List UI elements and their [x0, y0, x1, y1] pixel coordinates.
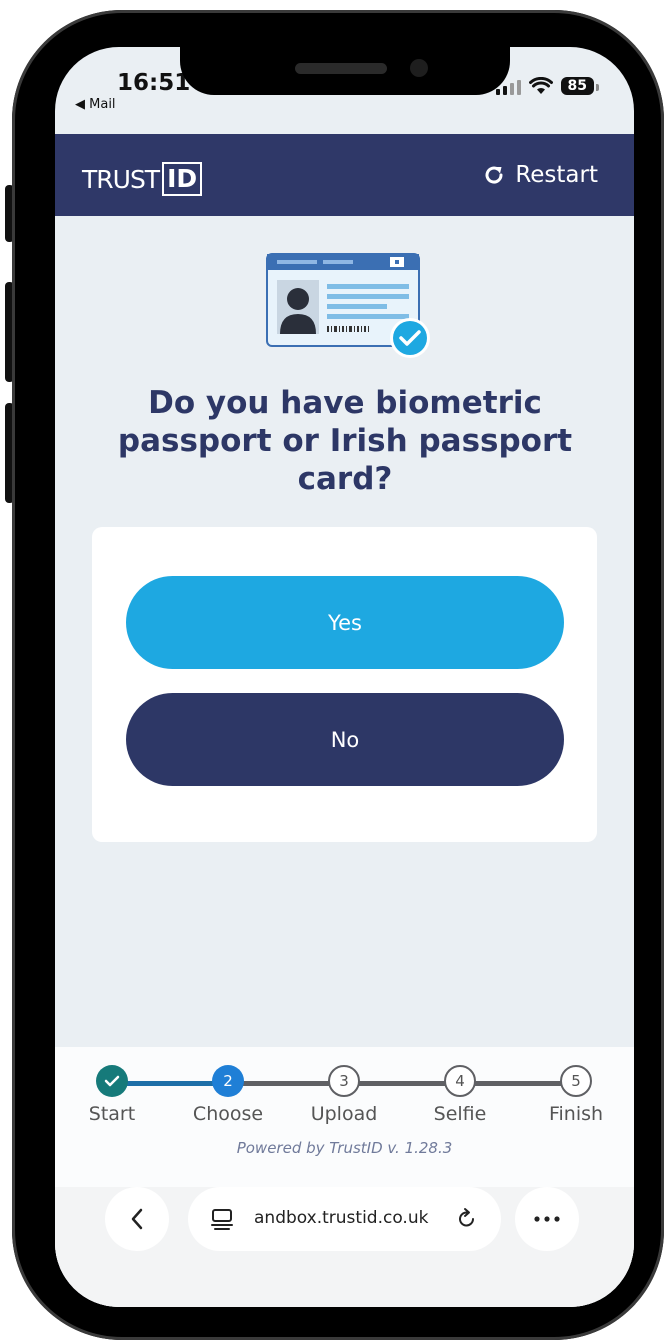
step-5-circle: 5 — [560, 1065, 592, 1097]
chevron-left-icon — [131, 1208, 143, 1230]
notch — [180, 47, 510, 95]
logo-box: ID — [162, 162, 203, 196]
browser-toolbar: andbox.trustid.co.uk — [55, 1187, 634, 1307]
reload-icon[interactable] — [455, 1207, 479, 1231]
yes-button[interactable]: Yes — [126, 576, 564, 669]
step-4-circle: 4 — [444, 1065, 476, 1097]
footer: 2 3 4 5 Start Choose Upload Selfie Finis… — [55, 1047, 634, 1307]
step-connector-pending — [228, 1081, 576, 1086]
battery-icon: 85 — [560, 77, 600, 95]
phone-screen: 16:51 ◀ Mail 85 TRUST ID Restart Do you … — [55, 47, 634, 1307]
step-2-circle: 2 — [212, 1065, 244, 1097]
tab-overview-icon — [211, 1209, 233, 1230]
step-1-circle — [96, 1065, 128, 1097]
step-3-label: Upload — [310, 1103, 378, 1125]
more-dots-icon — [534, 1216, 560, 1222]
step-1-label: Start — [88, 1103, 136, 1125]
status-time: 16:51 — [117, 70, 191, 96]
restart-icon — [485, 166, 503, 184]
front-camera — [410, 59, 428, 77]
speaker-grill — [295, 63, 387, 74]
more-options-button[interactable] — [515, 1187, 579, 1251]
step-2-label: Choose — [192, 1103, 264, 1125]
checkmark-icon — [104, 1075, 120, 1087]
step-5-label: Finish — [548, 1103, 604, 1125]
progress-stepper: 2 3 4 5 Start Choose Upload Selfie Finis… — [55, 1061, 634, 1141]
browser-back-button[interactable] — [105, 1187, 169, 1251]
answer-card: Yes No — [92, 527, 597, 842]
url-text: andbox.trustid.co.uk — [254, 1208, 429, 1228]
logo-text: TRUST — [82, 164, 160, 194]
address-bar[interactable]: andbox.trustid.co.uk — [188, 1187, 501, 1251]
step-3-circle: 3 — [328, 1065, 360, 1097]
restart-label: Restart — [515, 162, 598, 188]
wifi-icon — [528, 77, 553, 94]
app-header: TRUST ID Restart — [55, 134, 634, 216]
question-heading: Do you have biometric passport or Irish … — [117, 385, 573, 497]
trustid-logo: TRUST ID — [82, 162, 203, 196]
status-indicators: 85 — [495, 77, 600, 95]
back-to-mail-link[interactable]: ◀ Mail — [75, 97, 116, 112]
step-4-label: Selfie — [433, 1103, 487, 1125]
no-button[interactable]: No — [126, 693, 564, 786]
restart-button[interactable]: Restart — [483, 162, 598, 188]
powered-by-text: Powered by TrustID v. 1.28.3 — [236, 1139, 453, 1157]
step-connector-done — [112, 1081, 228, 1086]
id-card-icon — [266, 253, 430, 358]
